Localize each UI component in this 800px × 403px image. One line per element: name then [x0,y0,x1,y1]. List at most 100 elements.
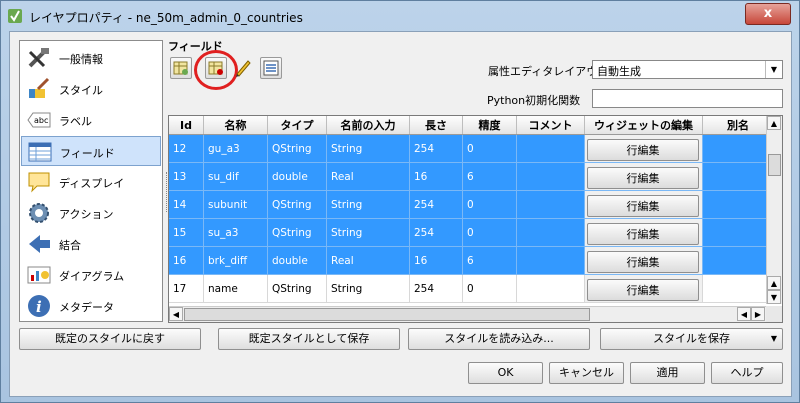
table-row[interactable]: 12 gu_a3 QString String 254 0 行編集 [169,134,774,163]
table-cell-comment[interactable] [516,134,585,163]
help-button[interactable]: ヘルプ [711,362,783,384]
table-cell-precision[interactable]: 0 [462,190,517,219]
restore-default-style-button[interactable]: 既定のスタイルに戻す [19,328,201,350]
edit-widget-button[interactable]: 行編集 [587,166,699,189]
column-header[interactable]: 長さ [409,116,463,135]
table-cell-type-name[interactable]: Real [326,162,410,191]
layout-combobox[interactable]: 自動生成 ▼ [592,60,783,79]
field-calculator-button[interactable] [260,57,282,79]
horizontal-scrollbar[interactable]: ◀ ◀ ▶ [169,306,766,322]
table-cell-precision[interactable]: 0 [462,274,517,303]
table-cell-name[interactable]: subunit [203,190,268,219]
scroll-left-icon[interactable]: ◀ [169,307,183,321]
sidebar-item-metadata[interactable]: i メタデータ [21,291,161,321]
sidebar-item-style[interactable]: スタイル [21,74,161,104]
table-cell-length[interactable]: 16 [409,246,463,275]
table-cell-alias[interactable] [702,162,774,191]
add-field-button[interactable] [170,57,192,79]
table-cell-id[interactable]: 15 [169,218,204,247]
column-header[interactable]: タイプ [267,116,327,135]
column-header[interactable]: ウィジェットの編集 [584,116,703,135]
table-cell-name[interactable]: su_a3 [203,218,268,247]
table-cell-type-name[interactable]: String [326,274,410,303]
table-cell-length[interactable]: 254 [409,190,463,219]
table-cell-length[interactable]: 254 [409,134,463,163]
table-cell-id[interactable]: 16 [169,246,204,275]
table-cell-id[interactable]: 12 [169,134,204,163]
table-cell-length[interactable]: 254 [409,218,463,247]
table-cell-type[interactable]: QString [267,134,327,163]
table-cell-length[interactable]: 16 [409,162,463,191]
sidebar-item-actions[interactable]: アクション [21,198,161,228]
sidebar-item-labels[interactable]: abc ラベル [21,105,161,135]
cancel-button[interactable]: キャンセル [549,362,624,384]
scroll-up-icon[interactable]: ▲ [767,116,781,130]
table-row[interactable]: 17 name QString String 254 0 行編集 [169,274,774,303]
column-header[interactable]: Id [169,116,204,135]
table-cell-comment[interactable] [516,246,585,275]
edit-widget-button[interactable]: 行編集 [587,278,699,301]
column-header[interactable]: 別名 [702,116,774,135]
sidebar-item-diagrams[interactable]: ダイアグラム [21,260,161,290]
save-as-default-button[interactable]: 既定スタイルとして保存 [218,328,400,350]
table-cell-precision[interactable]: 6 [462,162,517,191]
table-cell-length[interactable]: 254 [409,274,463,303]
table-cell-comment[interactable] [516,274,585,303]
table-cell-type-name[interactable]: String [326,134,410,163]
table-cell-type[interactable]: QString [267,190,327,219]
table-cell-type-name[interactable]: Real [326,246,410,275]
sidebar-item-joins[interactable]: 結合 [21,229,161,259]
edit-widget-button[interactable]: 行編集 [587,138,699,161]
scroll-left-icon[interactable]: ◀ [737,307,751,321]
table-cell-name[interactable]: su_dif [203,162,268,191]
table-cell-precision[interactable]: 6 [462,246,517,275]
table-cell-type-name[interactable]: String [326,190,410,219]
load-style-button[interactable]: スタイルを読み込み... [408,328,590,350]
table-cell-type[interactable]: QString [267,218,327,247]
python-init-input[interactable] [592,89,783,108]
table-row[interactable]: 14 subunit QString String 254 0 行編集 [169,190,774,219]
table-cell-alias[interactable] [702,246,774,275]
edit-widget-button[interactable]: 行編集 [587,250,699,273]
table-cell-id[interactable]: 14 [169,190,204,219]
table-cell-comment[interactable] [516,162,585,191]
table-cell-name[interactable]: brk_diff [203,246,268,275]
table-cell-alias[interactable] [702,190,774,219]
column-header[interactable]: 名称 [203,116,268,135]
sidebar-item-general[interactable]: 一般情報 [21,43,161,73]
scroll-thumb[interactable] [768,154,781,176]
table-cell-type[interactable]: QString [267,274,327,303]
scroll-thumb[interactable] [184,308,590,321]
table-cell-comment[interactable] [516,190,585,219]
table-cell-alias[interactable] [702,218,774,247]
column-header[interactable]: 精度 [462,116,517,135]
table-cell-name[interactable]: gu_a3 [203,134,268,163]
edit-widget-button[interactable]: 行編集 [587,222,699,245]
table-cell-type[interactable]: double [267,162,327,191]
table-cell-alias[interactable] [702,134,774,163]
column-header[interactable]: コメント [516,116,585,135]
apply-button[interactable]: 適用 [630,362,705,384]
column-header[interactable]: 名前の入力 [326,116,410,135]
sidebar-item-fields[interactable]: フィールド [21,136,161,166]
edit-mode-button[interactable] [232,57,254,79]
sidebar-item-display[interactable]: ディスプレイ [21,167,161,197]
close-button[interactable]: x [745,3,791,25]
table-cell-comment[interactable] [516,218,585,247]
table-cell-id[interactable]: 13 [169,162,204,191]
save-style-button[interactable]: スタイルを保存 ▼ [600,328,783,350]
table-cell-precision[interactable]: 0 [462,218,517,247]
ok-button[interactable]: OK [468,362,543,384]
edit-widget-button[interactable]: 行編集 [587,194,699,217]
scroll-right-icon[interactable]: ▶ [751,307,765,321]
table-row[interactable]: 13 su_dif double Real 16 6 行編集 [169,162,774,191]
vertical-scrollbar[interactable]: ▲ ▲ ▼ [766,116,782,304]
scroll-down-icon[interactable]: ▼ [767,290,781,304]
table-row[interactable]: 15 su_a3 QString String 254 0 行編集 [169,218,774,247]
table-cell-precision[interactable]: 0 [462,134,517,163]
scroll-up-icon[interactable]: ▲ [767,276,781,290]
table-cell-type-name[interactable]: String [326,218,410,247]
table-cell-id[interactable]: 17 [169,274,204,303]
table-row[interactable]: 16 brk_diff double Real 16 6 行編集 [169,246,774,275]
table-cell-name[interactable]: name [203,274,268,303]
